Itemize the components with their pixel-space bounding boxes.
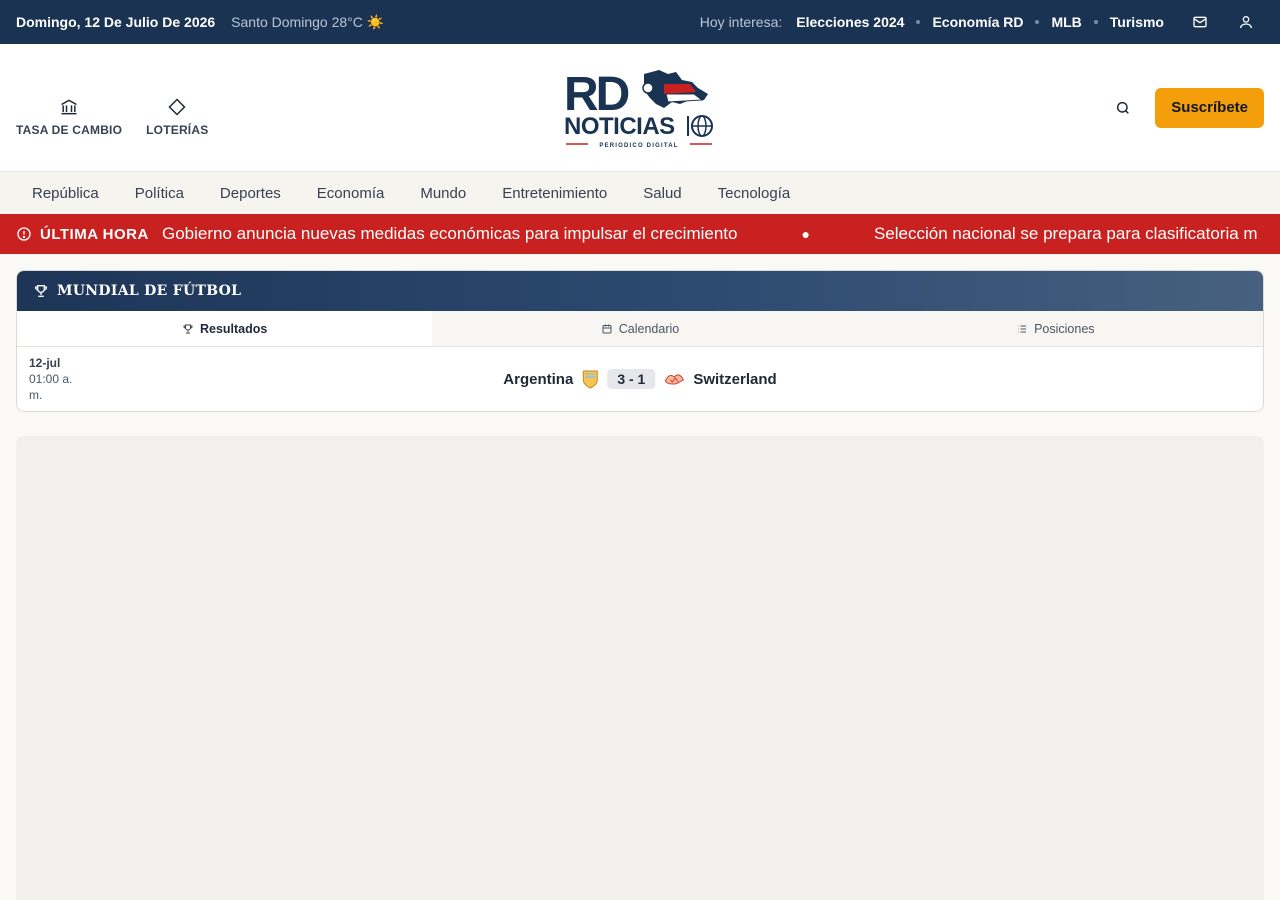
main-nav: República Política Deportes Economía Mun… (0, 172, 1280, 214)
exchange-rate-label: TASA DE CAMBIO (16, 122, 123, 137)
nav-item-politica[interactable]: Política (135, 185, 184, 202)
lotteries-label: LOTERÍAS (146, 122, 209, 137)
tab-calendar-label: Calendario (618, 321, 680, 336)
breaking-label: ÚLTIMA HORA (40, 225, 149, 243)
match-teams: Argentina 3 - 1 Switzerland (503, 369, 777, 389)
match-row[interactable]: 12-jul 01:00 a. m. Argentina 3 - 1 Switz… (17, 347, 1263, 411)
user-icon[interactable] (1228, 14, 1264, 30)
home-team: Argentina (503, 370, 574, 388)
tab-results-label: Resultados (199, 321, 268, 336)
separator-dot (916, 20, 921, 24)
breaking-news-bar: ÚLTIMA HORA Gobierno anuncia nuevas medi… (0, 214, 1280, 254)
ticker-separator: ● (801, 226, 810, 242)
nav-item-republica[interactable]: República (32, 185, 99, 202)
diamond-icon (168, 97, 186, 116)
nav-item-entretenimiento[interactable]: Entretenimiento (502, 185, 607, 202)
weather-text: Santo Domingo 28°C (231, 14, 363, 30)
mail-icon[interactable] (1182, 14, 1218, 30)
tab-calendar[interactable]: Calendario (432, 311, 847, 346)
sun-icon: ☀️ (366, 13, 385, 30)
match-score: 3 - 1 (607, 369, 656, 389)
trending-link-mlb[interactable]: MLB (1051, 14, 1081, 30)
bank-icon (61, 98, 77, 114)
away-team: Switzerland (693, 370, 777, 388)
alert-icon (17, 227, 31, 241)
ticker-item[interactable]: Selección nacional se prepara para clasi… (874, 224, 1258, 244)
separator-dot (1035, 20, 1040, 24)
subscribe-button[interactable]: Suscríbete (1155, 87, 1264, 128)
news-ticker: Gobierno anuncia nuevas medidas económic… (162, 224, 1258, 244)
nav-item-mundo[interactable]: Mundo (420, 185, 466, 202)
world-cup-widget: MUNDIAL DE FÚTBOL Resultados Calendario … (16, 270, 1264, 412)
trending-link-turismo[interactable]: Turismo (1110, 14, 1164, 30)
site-header: TASA DE CAMBIO LOTERÍAS RD NOTICIAS PERI… (0, 44, 1280, 172)
logo-tagline: PERIODICO DIGITAL (599, 143, 678, 149)
trending-link-elecciones[interactable]: Elecciones 2024 (796, 14, 904, 30)
tab-results[interactable]: Resultados (17, 311, 433, 346)
ticker-item[interactable]: Gobierno anuncia nuevas medidas económic… (162, 224, 737, 244)
widget-title: MUNDIAL DE FÚTBOL (57, 283, 242, 299)
trophy-icon (34, 285, 48, 297)
search-icon[interactable] (1111, 96, 1135, 120)
logo-bottom-text: NOTICIAS (564, 113, 675, 140)
match-time: 01:00 a. m. (29, 372, 73, 402)
trending-link-economia[interactable]: Economía RD (932, 14, 1023, 30)
top-bar: Domingo, 12 De Julio De 2026 Santo Domin… (0, 0, 1280, 44)
content-loading-placeholder (16, 436, 1264, 900)
separator-dot (1093, 20, 1098, 24)
widget-tabs: Resultados Calendario Posiciones (17, 311, 1263, 347)
nav-item-tecnologia[interactable]: Tecnología (718, 185, 791, 202)
site-logo[interactable]: RD NOTICIAS PERIODICO DIGITAL (564, 64, 716, 150)
nav-item-salud[interactable]: Salud (643, 185, 681, 202)
nav-item-deportes[interactable]: Deportes (220, 185, 281, 202)
switzerland-crest-icon (664, 374, 684, 385)
argentina-crest-icon (582, 370, 598, 389)
calendar-icon (602, 324, 612, 333)
list-icon (1018, 325, 1027, 332)
widget-header: MUNDIAL DE FÚTBOL (17, 271, 1263, 311)
weather-widget: Santo Domingo 28°C ☀️ (231, 14, 384, 31)
tab-standings[interactable]: Posiciones (848, 311, 1263, 346)
nav-item-economia[interactable]: Economía (317, 185, 385, 202)
exchange-rate-link[interactable]: TASA DE CAMBIO (16, 97, 122, 137)
current-date: Domingo, 12 De Julio De 2026 (16, 14, 216, 30)
tab-standings-label: Posiciones (1034, 321, 1095, 336)
trending-label: Hoy interesa: (699, 14, 783, 30)
match-datetime: 12-jul 01:00 a. m. (29, 355, 89, 403)
lotteries-link[interactable]: LOTERÍAS (146, 97, 208, 137)
breaking-label-group: ÚLTIMA HORA (0, 226, 162, 243)
trophy-icon (183, 324, 193, 333)
match-date: 12-jul (29, 356, 61, 370)
